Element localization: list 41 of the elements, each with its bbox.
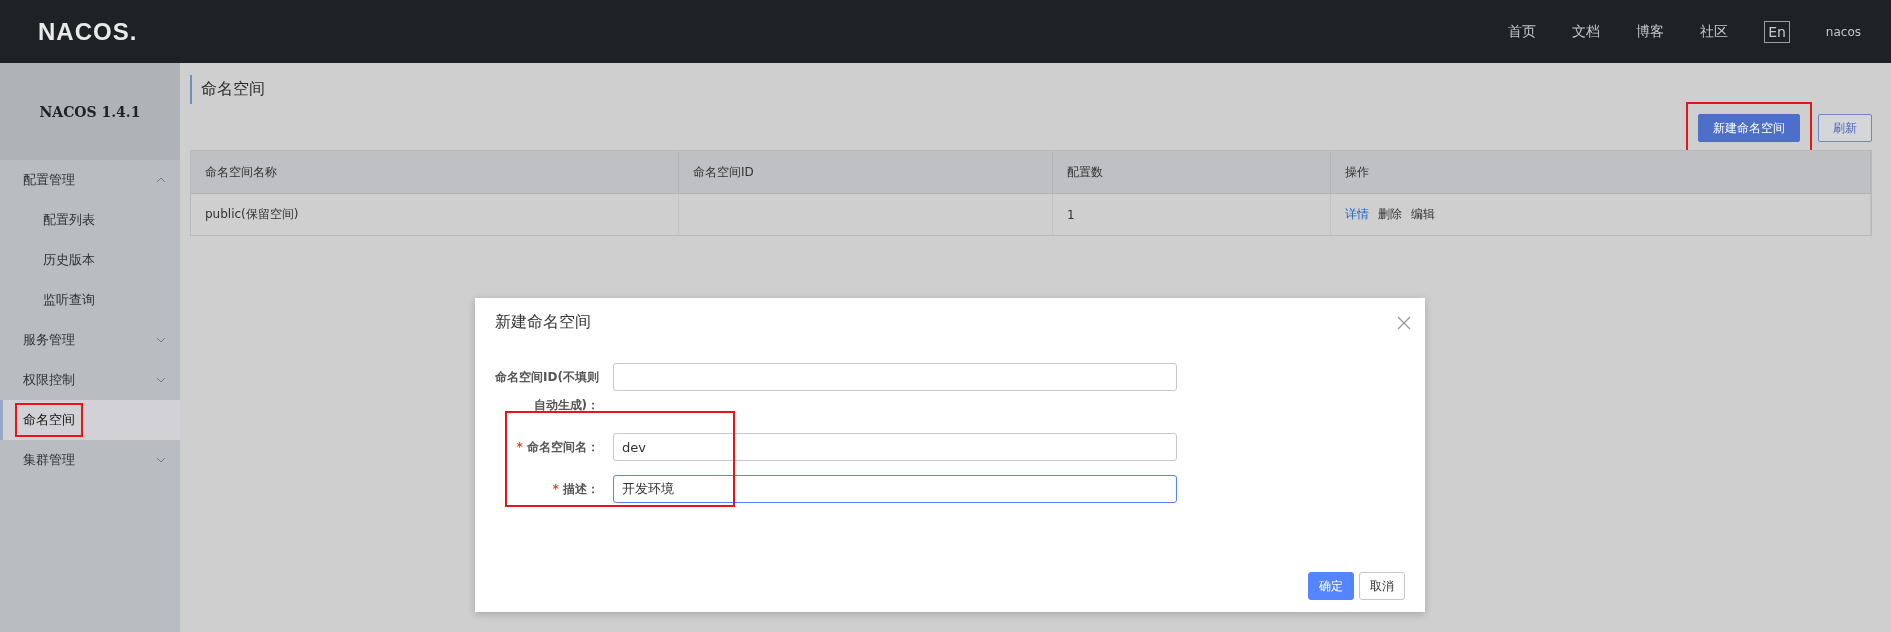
- input-field[interactable]: [613, 363, 1177, 391]
- column-header: 操作: [1331, 151, 1871, 194]
- action-link[interactable]: 详情: [1345, 206, 1369, 223]
- nav-link[interactable]: 文档: [1572, 22, 1601, 41]
- refresh-button[interactable]: 刷新: [1818, 114, 1872, 142]
- highlighted-label: 命名空间: [15, 403, 83, 437]
- logo[interactable]: NACOS.: [38, 17, 138, 46]
- language-toggle[interactable]: En: [1764, 20, 1790, 43]
- create-button[interactable]: 新建命名空间: [1698, 114, 1800, 142]
- close-icon[interactable]: [1397, 315, 1411, 330]
- sidebar-label: 权限控制: [22, 371, 76, 389]
- column-header: 配置数: [1053, 151, 1331, 194]
- version-title: NACOS 1.4.1: [39, 103, 141, 120]
- chevron-down-icon: [156, 457, 166, 463]
- chevron-up-icon: [156, 177, 166, 183]
- user-name[interactable]: nacos: [1825, 24, 1861, 39]
- chevron-down-icon: [156, 377, 166, 383]
- table-cell: public(保留空间): [191, 194, 679, 235]
- sidebar-label: 集群管理: [22, 451, 76, 469]
- action-link[interactable]: 编辑: [1411, 206, 1435, 223]
- column-header: 命名空间ID: [679, 151, 1053, 194]
- sidebar-item[interactable]: 命名空间: [0, 400, 180, 440]
- nav-link[interactable]: 社区: [1700, 22, 1729, 41]
- nav-link[interactable]: 首页: [1508, 22, 1537, 41]
- field-label: 描述：: [563, 482, 599, 496]
- chevron-down-icon: [156, 337, 166, 343]
- sidebar-label: 配置管理: [22, 171, 76, 189]
- field-label: 命名空间ID(不填则自动生成)：: [495, 370, 599, 412]
- required-mark: *: [552, 482, 559, 496]
- input-field[interactable]: 开发环境: [613, 475, 1177, 503]
- required-mark: *: [516, 440, 523, 454]
- cancel-button[interactable]: 取消: [1359, 572, 1405, 600]
- table-cell: 1: [1053, 194, 1331, 235]
- sidebar-label: 服务管理: [22, 331, 76, 349]
- nav-link[interactable]: 博客: [1636, 22, 1665, 41]
- input-field[interactable]: dev: [613, 433, 1177, 461]
- dialog-title: 新建命名空间: [495, 312, 591, 333]
- action-link[interactable]: 删除: [1378, 206, 1402, 223]
- page-title: 命名空间: [190, 75, 274, 104]
- field-label: 命名空间名：: [527, 440, 599, 454]
- column-header: 命名空间名称: [191, 151, 679, 194]
